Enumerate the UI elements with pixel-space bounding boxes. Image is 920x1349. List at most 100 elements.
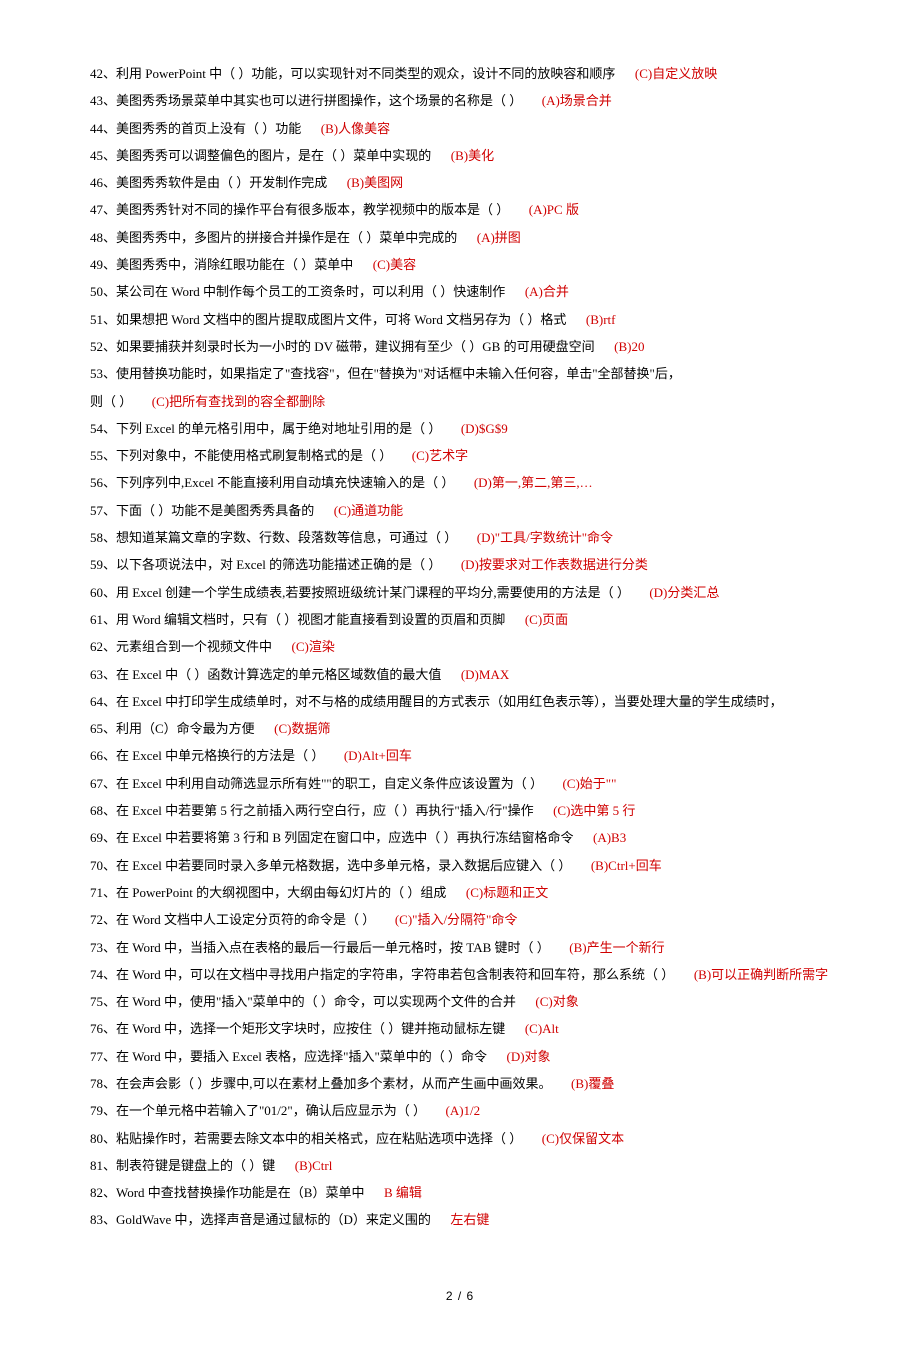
answer-text: (B)产生一个新行 bbox=[569, 940, 664, 955]
answer-text: (B)rtf bbox=[586, 312, 616, 327]
question-text: 55、下列对象中，不能使用格式刷复制格式的是（ ） bbox=[90, 448, 392, 463]
question-text: 79、在一个单元格中若输入了"01/2"，确认后应显示为（ ） bbox=[90, 1103, 426, 1118]
answer-text: (A)场景合并 bbox=[542, 93, 612, 108]
question-line: 79、在一个单元格中若输入了"01/2"，确认后应显示为（ ） (A)1/2 bbox=[90, 1097, 830, 1124]
question-text: 72、在 Word 文档中人工设定分页符的命令是（ ） bbox=[90, 912, 375, 927]
answer-text: (C)艺术字 bbox=[412, 448, 468, 463]
answer-text: (D)Alt+回车 bbox=[344, 748, 412, 763]
answer-text: (B)20 bbox=[614, 339, 644, 354]
question-text: 62、元素组合到一个视频文件中 bbox=[90, 639, 272, 654]
question-text: 82、Word 中查找替换操作功能是在（B）菜单中 bbox=[90, 1185, 364, 1200]
question-text: 46、美图秀秀软件是由（ ）开发制作完成 bbox=[90, 175, 327, 190]
answer-text: (B)美化 bbox=[451, 148, 494, 163]
question-line: 76、在 Word 中，选择一个矩形文字块时，应按住（ ）键并拖动鼠标左键 (C… bbox=[90, 1015, 830, 1042]
question-line: 48、美图秀秀中，多图片的拼接合并操作是在（ ）菜单中完成的 (A)拼图 bbox=[90, 224, 830, 251]
answer-text: (C)把所有查找到的容全都删除 bbox=[152, 394, 325, 409]
question-line: 80、粘贴操作时，若需要去除文本中的相关格式，应在粘贴选项中选择（ ） (C)仅… bbox=[90, 1125, 830, 1152]
question-line: 71、在 PowerPoint 的大纲视图中，大纲由每幻灯片的（ ）组成 (C)… bbox=[90, 879, 830, 906]
question-line: 65、利用（C）命令最为方便 (C)数据筛 bbox=[90, 715, 830, 742]
question-line: 78、在会声会影（ ）步骤中,可以在素材上叠加多个素材，从而产生画中画效果。 (… bbox=[90, 1070, 830, 1097]
question-line: 50、某公司在 Word 中制作每个员工的工资条时，可以利用（ ）快速制作 (A… bbox=[90, 278, 830, 305]
question-text: 76、在 Word 中，选择一个矩形文字块时，应按住（ ）键并拖动鼠标左键 bbox=[90, 1021, 505, 1036]
answer-text: (D)按要求对工作表数据进行分类 bbox=[461, 557, 648, 572]
question-line: 51、如果想把 Word 文档中的图片提取成图片文件，可将 Word 文档另存为… bbox=[90, 306, 830, 333]
question-line: 77、在 Word 中，要插入 Excel 表格，应选择"插入"菜单中的（ ）命… bbox=[90, 1043, 830, 1070]
question-text: 44、美图秀秀的首页上没有（ ）功能 bbox=[90, 121, 301, 136]
question-line: 55、下列对象中，不能使用格式刷复制格式的是（ ） (C)艺术字 bbox=[90, 442, 830, 469]
answer-text: (C)Alt bbox=[525, 1021, 559, 1036]
answer-text: (C)通道功能 bbox=[334, 503, 403, 518]
question-text: 50、某公司在 Word 中制作每个员工的工资条时，可以利用（ ）快速制作 bbox=[90, 284, 505, 299]
question-text: 83、GoldWave 中，选择声音是通过鼠标的（D）来定义围的 bbox=[90, 1212, 431, 1227]
question-line: 56、下列序列中,Excel 不能直接利用自动填充快速输入的是（ ） (D)第一… bbox=[90, 469, 830, 496]
question-line: 58、想知道某篇文章的字数、行数、段落数等信息，可通过（ ） (D)"工具/字数… bbox=[90, 524, 830, 551]
question-line: 83、GoldWave 中，选择声音是通过鼠标的（D）来定义围的 左右键 bbox=[90, 1206, 830, 1233]
answer-text: (C)选中第 5 行 bbox=[553, 803, 635, 818]
question-text: 66、在 Excel 中单元格换行的方法是（ ） bbox=[90, 748, 324, 763]
question-text: 67、在 Excel 中利用自动筛选显示所有姓""的职工，自定义条件应该设置为（… bbox=[90, 776, 543, 791]
question-text: 74、在 Word 中，可以在文档中寻找用户指定的字符串，字符串若包含制表符和回… bbox=[90, 967, 674, 982]
question-text: 70、在 Excel 中若要同时录入多单元格数据，选中多单元格，录入数据后应键入… bbox=[90, 858, 571, 873]
answer-text: (C)始于"" bbox=[562, 776, 616, 791]
page-footer: 2 / 6 bbox=[90, 1284, 830, 1309]
question-line: 61、用 Word 编辑文档时，只有（ ）视图才能直接看到设置的页眉和页脚 (C… bbox=[90, 606, 830, 633]
question-text: 54、下列 Excel 的单元格引用中，属于绝对地址引用的是（ ） bbox=[90, 421, 441, 436]
answer-text: (B)Ctrl+回车 bbox=[591, 858, 662, 873]
question-text: 75、在 Word 中，使用"插入"菜单中的（ ）命令，可以实现两个文件的合并 bbox=[90, 994, 516, 1009]
answer-text: (B)覆叠 bbox=[571, 1076, 614, 1091]
question-line: 75、在 Word 中，使用"插入"菜单中的（ ）命令，可以实现两个文件的合并 … bbox=[90, 988, 830, 1015]
answer-text: (B)美图网 bbox=[347, 175, 403, 190]
answer-text: (C)自定义放映 bbox=[635, 66, 717, 81]
question-text: 71、在 PowerPoint 的大纲视图中，大纲由每幻灯片的（ ）组成 bbox=[90, 885, 446, 900]
answer-text: (D)分类汇总 bbox=[649, 585, 719, 600]
answer-text: (C)页面 bbox=[525, 612, 568, 627]
question-line: 53、使用替换功能时，如果指定了"查找容"，但在"替换为"对话框中未输入任何容，… bbox=[90, 360, 830, 387]
question-list: 42、利用 PowerPoint 中（ ）功能，可以实现针对不同类型的观众，设计… bbox=[90, 60, 830, 1234]
question-text: 43、美图秀秀场景菜单中其实也可以进行拼图操作，这个场景的名称是（ ） bbox=[90, 93, 522, 108]
question-text: 56、下列序列中,Excel 不能直接利用自动填充快速输入的是（ ） bbox=[90, 475, 454, 490]
question-line: 42、利用 PowerPoint 中（ ）功能，可以实现针对不同类型的观众，设计… bbox=[90, 60, 830, 87]
question-line: 59、以下各项说法中，对 Excel 的筛选功能描述正确的是（ ） (D)按要求… bbox=[90, 551, 830, 578]
answer-text: (A)拼图 bbox=[477, 230, 521, 245]
question-text: 57、下面（ ）功能不是美图秀秀具备的 bbox=[90, 503, 314, 518]
question-text: 77、在 Word 中，要插入 Excel 表格，应选择"插入"菜单中的（ ）命… bbox=[90, 1049, 487, 1064]
question-text: 78、在会声会影（ ）步骤中,可以在素材上叠加多个素材，从而产生画中画效果。 bbox=[90, 1076, 552, 1091]
answer-text: (A)PC 版 bbox=[529, 202, 579, 217]
question-text: 48、美图秀秀中，多图片的拼接合并操作是在（ ）菜单中完成的 bbox=[90, 230, 457, 245]
question-text: 81、制表符键是键盘上的（ ）键 bbox=[90, 1158, 275, 1173]
answer-text: (B)可以正确判断所需字 bbox=[694, 967, 828, 982]
question-line: 则（ ） (C)把所有查找到的容全都删除 bbox=[90, 388, 830, 415]
question-line: 68、在 Excel 中若要第 5 行之前插入两行空白行，应（ ）再执行"插入/… bbox=[90, 797, 830, 824]
answer-text: (C)对象 bbox=[535, 994, 578, 1009]
question-text: 69、在 Excel 中若要将第 3 行和 B 列固定在窗口中，应选中（ ）再执… bbox=[90, 830, 574, 845]
question-text: 63、在 Excel 中（ ）函数计算选定的单元格区域数值的最大值 bbox=[90, 667, 441, 682]
question-text: 58、想知道某篇文章的字数、行数、段落数等信息，可通过（ ） bbox=[90, 530, 457, 545]
question-text: 45、美图秀秀可以调整偏色的图片，是在（ ）菜单中实现的 bbox=[90, 148, 431, 163]
answer-text: (C)数据筛 bbox=[274, 721, 330, 736]
question-text: 73、在 Word 中，当插入点在表格的最后一行最后一单元格时，按 TAB 键时… bbox=[90, 940, 550, 955]
question-line: 52、如果要捕获并刻录时长为一小时的 DV 磁带，建议拥有至少（ ）GB 的可用… bbox=[90, 333, 830, 360]
question-text: 49、美图秀秀中，消除红眼功能在（ ）菜单中 bbox=[90, 257, 353, 272]
question-text: 59、以下各项说法中，对 Excel 的筛选功能描述正确的是（ ） bbox=[90, 557, 441, 572]
question-line: 69、在 Excel 中若要将第 3 行和 B 列固定在窗口中，应选中（ ）再执… bbox=[90, 824, 830, 851]
answer-text: (A)1/2 bbox=[445, 1103, 480, 1118]
answer-text: (B)人像美容 bbox=[321, 121, 390, 136]
question-line: 63、在 Excel 中（ ）函数计算选定的单元格区域数值的最大值 (D)MAX bbox=[90, 661, 830, 688]
answer-text: (C)美容 bbox=[373, 257, 416, 272]
answer-text: (D)$G$9 bbox=[461, 421, 508, 436]
answer-text: (B)Ctrl bbox=[295, 1158, 333, 1173]
question-line: 74、在 Word 中，可以在文档中寻找用户指定的字符串，字符串若包含制表符和回… bbox=[90, 961, 830, 988]
question-line: 66、在 Excel 中单元格换行的方法是（ ） (D)Alt+回车 bbox=[90, 742, 830, 769]
question-line: 47、美图秀秀针对不同的操作平台有很多版本，教学视频中的版本是（ ） (A)PC… bbox=[90, 196, 830, 223]
question-text: 61、用 Word 编辑文档时，只有（ ）视图才能直接看到设置的页眉和页脚 bbox=[90, 612, 505, 627]
question-text: 60、用 Excel 创建一个学生成绩表,若要按照班级统计某门课程的平均分,需要… bbox=[90, 585, 630, 600]
question-text: 47、美图秀秀针对不同的操作平台有很多版本，教学视频中的版本是（ ） bbox=[90, 202, 509, 217]
question-line: 60、用 Excel 创建一个学生成绩表,若要按照班级统计某门课程的平均分,需要… bbox=[90, 579, 830, 606]
question-line: 62、元素组合到一个视频文件中 (C)渲染 bbox=[90, 633, 830, 660]
question-line: 81、制表符键是键盘上的（ ）键 (B)Ctrl bbox=[90, 1152, 830, 1179]
question-line: 57、下面（ ）功能不是美图秀秀具备的 (C)通道功能 bbox=[90, 497, 830, 524]
question-text: 80、粘贴操作时，若需要去除文本中的相关格式，应在粘贴选项中选择（ ） bbox=[90, 1131, 522, 1146]
question-text: 42、利用 PowerPoint 中（ ）功能，可以实现针对不同类型的观众，设计… bbox=[90, 66, 615, 81]
question-line: 72、在 Word 文档中人工设定分页符的命令是（ ） (C)"插入/分隔符"命… bbox=[90, 906, 830, 933]
question-text: 68、在 Excel 中若要第 5 行之前插入两行空白行，应（ ）再执行"插入/… bbox=[90, 803, 534, 818]
